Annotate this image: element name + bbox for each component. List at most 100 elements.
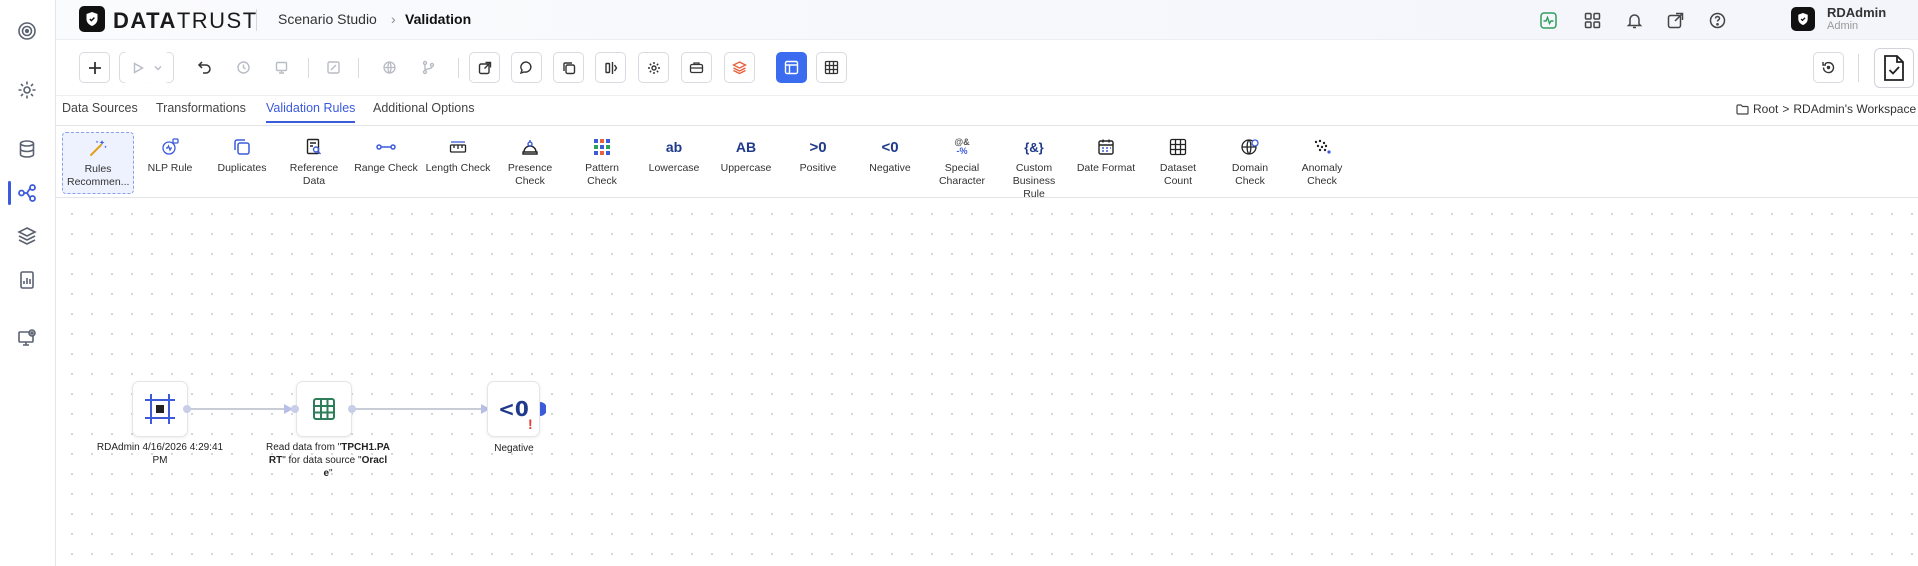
diagram-view-button[interactable]	[776, 52, 807, 83]
node-negative[interactable]: <0 !	[487, 381, 540, 437]
edge-read-to-negative	[352, 408, 487, 410]
node-start-label: RDAdmin 4/16/2026 4:29:41 PM	[96, 442, 224, 466]
palette-item-date-format[interactable]: Date Format	[1070, 134, 1142, 175]
palette-item-uppercase[interactable]: AB Uppercase	[710, 134, 782, 175]
save-button[interactable]	[266, 52, 297, 83]
palette-item-lowercase[interactable]: ab Lowercase	[638, 134, 710, 175]
dataset-count-icon	[1165, 134, 1191, 160]
palette-item-custom-business-rule[interactable]: {&} Custom Business Rule	[998, 134, 1070, 201]
top-header: DATATRUST Scenario Studio › Validation R…	[56, 0, 1918, 40]
node-negative-output-handle[interactable]	[540, 402, 546, 416]
section-tabs: Data Sources Transformations Validation …	[56, 96, 1918, 126]
palette-item-positive[interactable]: >0 Positive	[782, 134, 854, 175]
palette-item-special-character[interactable]: @& -% Special Character	[926, 134, 998, 188]
main-toolbar	[56, 40, 1918, 96]
activity-icon[interactable]	[1538, 10, 1558, 30]
node-read-data[interactable]	[296, 381, 352, 437]
toolbar-divider	[358, 58, 359, 78]
duplicates-icon	[229, 134, 255, 160]
path-separator: >	[1782, 102, 1790, 116]
toolbox-button[interactable]	[681, 52, 712, 83]
left-rail	[0, 0, 56, 566]
palette-item-reference-data[interactable]: Reference Data	[278, 134, 350, 188]
tab-data-sources[interactable]: Data Sources	[62, 101, 138, 121]
table-icon	[313, 398, 335, 420]
settings-icon[interactable]	[14, 77, 40, 103]
bell-icon[interactable]	[1624, 10, 1644, 30]
run-options-chevron-icon[interactable]	[146, 52, 170, 83]
palette-item-dataset-count[interactable]: Dataset Count	[1142, 134, 1214, 188]
path-workspace: RDAdmin's Workspace	[1793, 102, 1917, 116]
tab-validation-rules[interactable]: Validation Rules	[266, 101, 356, 123]
rail-active-indicator	[8, 181, 11, 205]
workflow-icon[interactable]	[14, 180, 40, 206]
workspace-path[interactable]: Root > RDAdmin's Workspace	[1736, 102, 1916, 116]
anomaly-icon	[1309, 134, 1335, 160]
user-name[interactable]: RDAdmin	[1827, 5, 1886, 20]
breadcrumb-scenario-studio[interactable]: Scenario Studio	[278, 11, 377, 27]
brand-logo-icon[interactable]	[79, 6, 105, 32]
negative-icon: <0	[881, 138, 899, 156]
external-link-icon[interactable]	[1665, 10, 1685, 30]
settings-button[interactable]	[638, 52, 669, 83]
workflow-canvas[interactable]: RDAdmin 4/16/2026 4:29:41 PM Read data f…	[56, 198, 1918, 566]
palette-item-presence-check[interactable]: Presence Check	[494, 134, 566, 188]
branch-button[interactable]	[413, 52, 444, 83]
node-read-input-handle[interactable]	[291, 405, 299, 413]
palette-item-duplicates[interactable]: Duplicates	[206, 134, 278, 175]
target-icon[interactable]	[14, 18, 40, 44]
magic-wand-icon	[85, 135, 111, 161]
uppercase-icon: AB	[735, 139, 757, 155]
monitor-settings-icon[interactable]	[14, 325, 40, 351]
database-icon[interactable]	[14, 136, 40, 162]
pattern-icon	[589, 134, 615, 160]
positive-icon: >0	[809, 138, 827, 156]
tab-transformations[interactable]: Transformations	[156, 101, 246, 121]
layers-icon[interactable]	[14, 223, 40, 249]
undo-button[interactable]	[189, 52, 220, 83]
validate-button[interactable]	[1874, 48, 1914, 88]
special-character-icon: @& -%	[954, 137, 970, 156]
table-view-button[interactable]	[816, 52, 847, 83]
breadcrumb-current: Validation	[405, 11, 472, 27]
palette-item-pattern-check[interactable]: Pattern Check	[566, 134, 638, 188]
toolbar-divider	[458, 58, 459, 78]
lowercase-icon: ab	[665, 139, 683, 155]
header-divider	[256, 9, 257, 31]
user-role: Admin	[1827, 20, 1859, 32]
node-start[interactable]	[132, 381, 188, 437]
export-button[interactable]	[469, 52, 500, 83]
apps-grid-icon[interactable]	[1582, 10, 1602, 30]
compare-button[interactable]	[595, 52, 626, 83]
node-read-output-handle[interactable]	[348, 405, 356, 413]
restore-button[interactable]	[1813, 52, 1844, 83]
validation-rule-palette: Rules Recommen... NLP Rule Duplicates Re…	[56, 126, 1918, 201]
palette-item-domain-check[interactable]: Domain Check	[1214, 134, 1286, 188]
warning-icon: !	[528, 416, 533, 432]
reference-data-icon	[301, 134, 327, 160]
user-avatar[interactable]	[1791, 7, 1815, 31]
breadcrumb-chevron-icon: ›	[391, 11, 396, 27]
report-icon[interactable]	[14, 267, 40, 293]
globe-button[interactable]	[374, 52, 405, 83]
palette-item-anomaly-check[interactable]: Anomaly Check	[1286, 134, 1358, 188]
node-start-output-handle[interactable]	[183, 405, 191, 413]
history-button[interactable]	[228, 52, 259, 83]
palette-item-length-check[interactable]: Length Check	[422, 134, 494, 175]
palette-item-nlp-rule[interactable]: NLP Rule	[134, 134, 206, 175]
range-icon	[373, 134, 399, 160]
folder-icon	[1736, 103, 1749, 115]
add-button[interactable]	[79, 52, 110, 83]
palette-item-rules-recommendation[interactable]: Rules Recommen...	[62, 132, 134, 194]
edge-start-to-read	[186, 408, 290, 410]
help-icon[interactable]	[1707, 10, 1727, 30]
copy-button[interactable]	[553, 52, 584, 83]
palette-item-negative[interactable]: <0 Negative	[854, 134, 926, 175]
comment-button[interactable]	[511, 52, 542, 83]
path-root: Root	[1753, 102, 1779, 116]
layers-button[interactable]	[724, 52, 755, 83]
palette-item-range-check[interactable]: Range Check	[350, 134, 422, 175]
edit-button[interactable]	[318, 52, 349, 83]
tab-additional-options[interactable]: Additional Options	[373, 101, 474, 121]
nlp-icon	[157, 134, 183, 160]
